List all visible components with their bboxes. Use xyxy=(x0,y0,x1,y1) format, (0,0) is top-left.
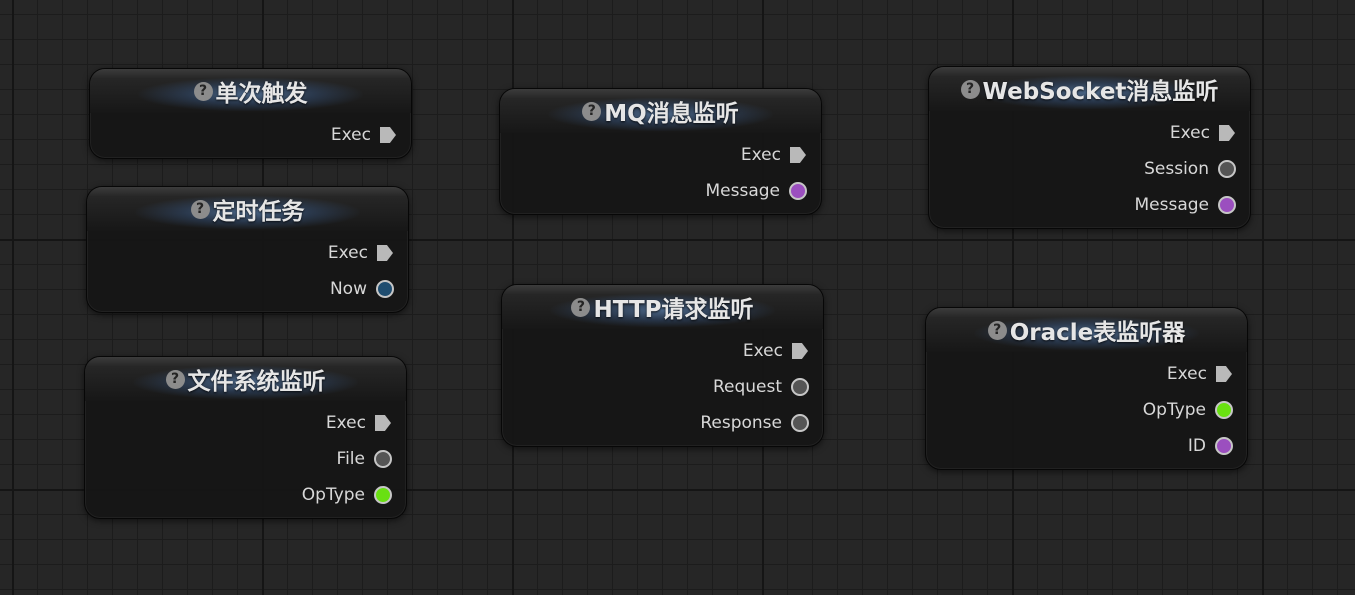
node-pins: Exec Session Message xyxy=(1134,115,1236,223)
node-pins: Exec File OpType xyxy=(302,405,392,513)
data-pin-icon[interactable] xyxy=(791,414,809,432)
pin-label: Message xyxy=(1134,195,1209,215)
pin-row-optype: OpType xyxy=(1143,392,1233,428)
help-icon[interactable]: ? xyxy=(571,297,591,317)
pin-row-request: Request xyxy=(713,369,809,405)
node-oracle-table-listener[interactable]: ? Oracle表监听器 Exec OpType ID xyxy=(925,307,1248,470)
node-filesystem-listener[interactable]: ? 文件系统监听 Exec File OpType xyxy=(84,356,407,519)
data-pin-icon[interactable] xyxy=(791,378,809,396)
pin-label: ID xyxy=(1187,436,1206,456)
pin-row-message: Message xyxy=(1134,187,1236,223)
node-title-text: HTTP请求监听 xyxy=(593,297,754,323)
help-icon[interactable]: ? xyxy=(190,199,210,219)
pin-row-exec: Exec xyxy=(741,137,807,173)
pin-row-exec: Exec xyxy=(331,117,397,153)
node-header[interactable]: ? MQ消息监听 xyxy=(500,89,821,133)
node-title-text: 文件系统监听 xyxy=(187,369,326,395)
exec-pin-icon[interactable] xyxy=(380,127,396,143)
node-header[interactable]: ? Oracle表监听器 xyxy=(926,308,1247,352)
pin-label: File xyxy=(336,449,365,469)
node-title: ? HTTP请求监听 xyxy=(571,290,754,324)
help-icon[interactable]: ? xyxy=(987,320,1007,340)
pin-row-exec: Exec xyxy=(328,235,394,271)
node-title: ? WebSocket消息监听 xyxy=(960,72,1219,106)
pin-row-exec: Exec xyxy=(1167,356,1233,392)
node-http-listener[interactable]: ? HTTP请求监听 Exec Request Response xyxy=(501,284,824,447)
data-pin-icon[interactable] xyxy=(376,280,394,298)
help-icon[interactable]: ? xyxy=(960,79,980,99)
pin-row-message: Message xyxy=(705,173,807,209)
pin-row-exec: Exec xyxy=(326,405,392,441)
pin-row-exec: Exec xyxy=(743,333,809,369)
node-websocket-listener[interactable]: ? WebSocket消息监听 Exec Session Message xyxy=(928,66,1251,229)
node-title: ? 定时任务 xyxy=(190,192,305,226)
pin-row-session: Session xyxy=(1144,151,1236,187)
exec-pin-icon[interactable] xyxy=(375,415,391,431)
data-pin-icon[interactable] xyxy=(374,486,392,504)
node-title-text: MQ消息监听 xyxy=(604,101,739,127)
node-header[interactable]: ? 文件系统监听 xyxy=(85,357,406,401)
help-icon[interactable]: ? xyxy=(193,81,213,101)
node-header[interactable]: ? 单次触发 xyxy=(90,69,411,113)
data-pin-icon[interactable] xyxy=(374,450,392,468)
node-title: ? MQ消息监听 xyxy=(582,94,739,128)
pin-label: Response xyxy=(700,413,782,433)
pin-label: Session xyxy=(1144,159,1209,179)
node-title-text: WebSocket消息监听 xyxy=(982,79,1219,105)
node-title: ? 单次触发 xyxy=(193,74,308,108)
data-pin-icon[interactable] xyxy=(789,182,807,200)
node-pins: Exec Now xyxy=(328,235,394,307)
node-title: ? Oracle表监听器 xyxy=(987,313,1186,347)
pin-label: Request xyxy=(712,377,782,397)
data-pin-icon[interactable] xyxy=(1215,401,1233,419)
pin-row-optype: OpType xyxy=(302,477,392,513)
node-mq-listener[interactable]: ? MQ消息监听 Exec Message xyxy=(499,88,822,215)
pin-label: OpType xyxy=(1142,400,1206,420)
node-pins: Exec Request Response xyxy=(700,333,809,441)
help-icon[interactable]: ? xyxy=(165,369,185,389)
node-timer-task[interactable]: ? 定时任务 Exec Now xyxy=(86,186,409,313)
pin-row-response: Response xyxy=(700,405,809,441)
pin-label: Exec xyxy=(1169,123,1210,143)
node-pins: Exec Message xyxy=(705,137,807,209)
node-title-text: Oracle表监听器 xyxy=(1009,320,1186,346)
pin-label: Exec xyxy=(742,341,783,361)
node-header[interactable]: ? 定时任务 xyxy=(87,187,408,231)
pin-row-file: File xyxy=(337,441,392,477)
node-single-trigger[interactable]: ? 单次触发 Exec xyxy=(89,68,412,159)
node-title-text: 定时任务 xyxy=(212,199,305,225)
pin-label: Exec xyxy=(740,145,781,165)
pin-row-exec: Exec xyxy=(1170,115,1236,151)
pin-label: Exec xyxy=(1166,364,1207,384)
data-pin-icon[interactable] xyxy=(1215,437,1233,455)
node-pins: Exec xyxy=(331,117,397,153)
node-title: ? 文件系统监听 xyxy=(165,362,326,396)
pin-label: Message xyxy=(705,181,780,201)
exec-pin-icon[interactable] xyxy=(790,147,806,163)
node-header[interactable]: ? WebSocket消息监听 xyxy=(929,67,1250,111)
data-pin-icon[interactable] xyxy=(1218,160,1236,178)
node-title-text: 单次触发 xyxy=(215,81,308,107)
pin-row-now: Now xyxy=(330,271,394,307)
node-header[interactable]: ? HTTP请求监听 xyxy=(502,285,823,329)
exec-pin-icon[interactable] xyxy=(377,245,393,261)
exec-pin-icon[interactable] xyxy=(792,343,808,359)
exec-pin-icon[interactable] xyxy=(1219,125,1235,141)
pin-label: Exec xyxy=(325,413,366,433)
pin-row-id: ID xyxy=(1188,428,1233,464)
node-pins: Exec OpType ID xyxy=(1143,356,1233,464)
data-pin-icon[interactable] xyxy=(1218,196,1236,214)
help-icon[interactable]: ? xyxy=(582,101,602,121)
pin-label: Exec xyxy=(330,125,371,145)
pin-label: Now xyxy=(329,279,367,299)
graph-canvas[interactable]: ? 单次触发 Exec ? 定时任务 Exec Now ? 文件系统监听 Exe… xyxy=(0,0,1355,595)
pin-label: OpType xyxy=(301,485,365,505)
pin-label: Exec xyxy=(327,243,368,263)
exec-pin-icon[interactable] xyxy=(1216,366,1232,382)
